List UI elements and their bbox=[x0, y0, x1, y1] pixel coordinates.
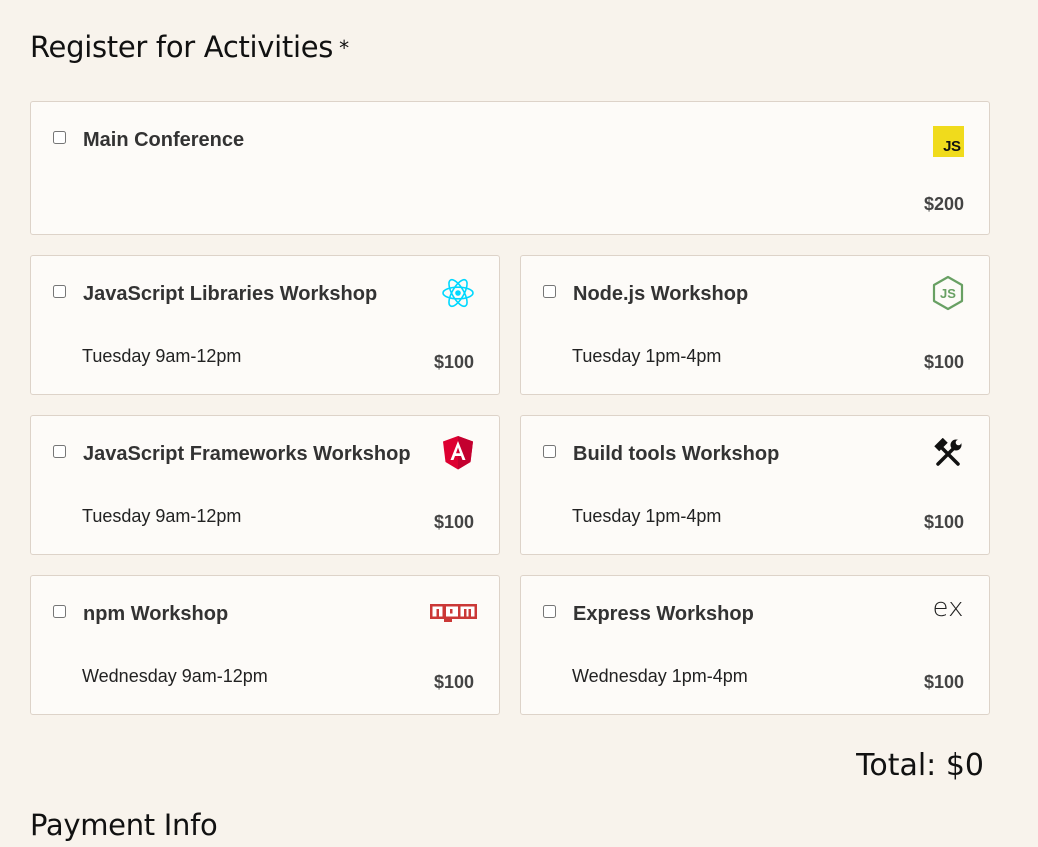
activity-card-js-libraries[interactable]: JavaScript Libraries Workshop Tuesday 9a… bbox=[30, 255, 500, 395]
activity-name: Main Conference bbox=[83, 129, 245, 151]
activity-time: Wednesday 1pm-4pm bbox=[572, 666, 748, 686]
react-logo-icon bbox=[441, 276, 475, 310]
express-checkbox[interactable] bbox=[543, 605, 556, 618]
activity-card-build-tools[interactable]: Build tools Workshop Tuesday 1pm-4pm $10… bbox=[520, 415, 990, 555]
activity-price: $200 bbox=[923, 194, 964, 214]
activity-name: Node.js Workshop bbox=[573, 283, 749, 305]
activity-name: JavaScript Frameworks Workshop bbox=[83, 443, 411, 465]
svg-text:ex: ex bbox=[933, 593, 964, 623]
js-frameworks-checkbox[interactable] bbox=[53, 445, 66, 458]
nodejs-logo-icon: JS bbox=[931, 275, 965, 311]
javascript-logo-icon: JS bbox=[932, 125, 964, 157]
activities-title: Register for Activities bbox=[30, 30, 334, 64]
main-conference-checkbox[interactable] bbox=[53, 131, 66, 144]
npm-checkbox[interactable] bbox=[53, 605, 66, 618]
js-libraries-checkbox[interactable] bbox=[53, 285, 66, 298]
activity-card-express[interactable]: Express Workshop ex Wednesday 1pm-4pm $1… bbox=[520, 575, 990, 715]
payment-heading: Payment Info bbox=[30, 808, 218, 842]
activity-time: Tuesday 9am-12pm bbox=[82, 346, 242, 366]
activity-name: Express Workshop bbox=[573, 603, 754, 625]
build-tools-checkbox[interactable] bbox=[543, 445, 556, 458]
activity-name: npm Workshop bbox=[83, 603, 229, 625]
activity-name: JavaScript Libraries Workshop bbox=[83, 283, 378, 305]
activity-price: $100 bbox=[923, 512, 964, 532]
activity-name: Build tools Workshop bbox=[573, 443, 780, 465]
total-cost: Total: $0 bbox=[856, 748, 984, 783]
express-logo-icon: ex bbox=[931, 590, 965, 624]
activity-price: $100 bbox=[433, 352, 474, 372]
activity-time: Wednesday 9am-12pm bbox=[82, 666, 268, 686]
activity-card-nodejs[interactable]: Node.js Workshop JS Tuesday 1pm-4pm $100 bbox=[520, 255, 990, 395]
activity-card-js-frameworks[interactable]: JavaScript Frameworks Workshop Tuesday 9… bbox=[30, 415, 500, 555]
activity-price: $100 bbox=[433, 512, 474, 532]
activity-price: $100 bbox=[923, 672, 964, 692]
activity-price: $100 bbox=[923, 352, 964, 372]
svg-text:JS: JS bbox=[940, 286, 956, 301]
activities-heading: Register for Activities * bbox=[30, 30, 349, 64]
activity-time: Tuesday 1pm-4pm bbox=[572, 506, 722, 526]
activity-card-main-conference[interactable]: Main Conference JS $200 bbox=[30, 101, 990, 235]
angular-logo-icon bbox=[441, 436, 475, 470]
activity-time: Tuesday 1pm-4pm bbox=[572, 346, 722, 366]
npm-logo-icon bbox=[429, 596, 477, 630]
activity-card-npm[interactable]: npm Workshop Wednesday 9am-12pm $100 bbox=[30, 575, 500, 715]
nodejs-checkbox[interactable] bbox=[543, 285, 556, 298]
activity-time: Tuesday 9am-12pm bbox=[82, 506, 242, 526]
tools-icon bbox=[931, 436, 965, 470]
activity-price: $100 bbox=[433, 672, 474, 692]
required-marker: * bbox=[339, 36, 349, 60]
